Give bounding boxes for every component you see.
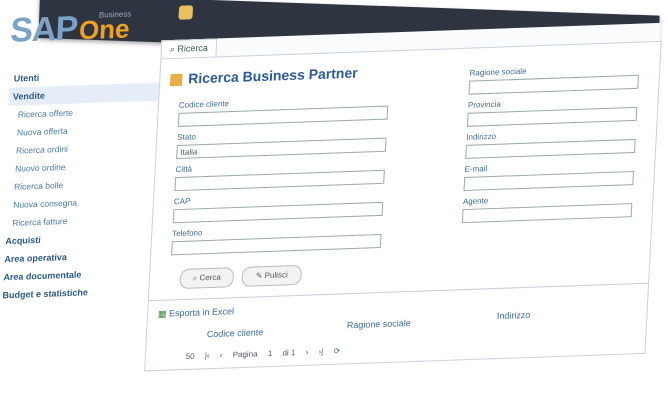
- label-indirizzo: Indirizzo: [466, 131, 497, 142]
- label-email: E-mail: [464, 164, 488, 174]
- page-title: Ricerca Business Partner: [169, 65, 358, 88]
- clear-button[interactable]: ✎ Pulisci: [241, 264, 303, 287]
- column-header[interactable]: Indirizzo: [497, 310, 531, 321]
- search-button[interactable]: ⌕ Cerca: [179, 267, 235, 290]
- logo-brand: SAP: [9, 9, 79, 50]
- results-grid: ▦ Esporta in Excel Codice cliente Ragion…: [145, 282, 649, 372]
- page-count: di 1: [282, 348, 296, 358]
- label-codice-cliente: Codice cliente: [178, 99, 230, 110]
- next-page-icon[interactable]: ›: [305, 348, 308, 357]
- last-page-icon[interactable]: ›|: [318, 347, 323, 356]
- email-field[interactable]: [463, 171, 635, 192]
- label-agente: Agente: [462, 196, 489, 207]
- citta-field[interactable]: [174, 169, 385, 192]
- pager: 50 |‹ ‹ Pagina 1 di 1 › ›| ⟳: [186, 346, 349, 361]
- label-citta: Città: [175, 164, 193, 175]
- export-excel-button[interactable]: ▦ Esporta in Excel: [157, 306, 234, 320]
- tab-ricerca[interactable]: ⌕ Ricerca: [160, 38, 218, 59]
- logo-tagline: Business: [98, 9, 132, 20]
- search-panel: Ricerca Business Partner Codice cliente …: [144, 40, 662, 372]
- first-page-icon[interactable]: |‹: [205, 351, 210, 360]
- label-provincia: Provincia: [467, 99, 502, 110]
- page-size-select[interactable]: 50: [186, 352, 195, 361]
- stato-select[interactable]: Italia: [176, 137, 387, 160]
- partner-icon: [169, 74, 183, 87]
- indirizzo-field[interactable]: [465, 138, 636, 159]
- page-number-input[interactable]: 1: [268, 349, 273, 358]
- label-ragione-sociale: Ragione sociale: [469, 66, 527, 78]
- toolbar-icon[interactable]: [178, 5, 194, 20]
- label-cap: CAP: [173, 196, 191, 207]
- column-header[interactable]: Codice cliente: [207, 327, 264, 339]
- ragione-sociale-field[interactable]: [468, 74, 640, 95]
- sap-business-one-logo: SAPOne Business: [9, 7, 132, 50]
- label-telefono: Telefono: [171, 228, 203, 239]
- cap-field[interactable]: [172, 201, 384, 224]
- prev-page-icon[interactable]: ‹: [220, 351, 223, 360]
- label-stato: Stato: [177, 132, 197, 142]
- refresh-icon[interactable]: ⟳: [333, 347, 340, 356]
- agente-field[interactable]: [461, 203, 633, 224]
- telefono-field[interactable]: [171, 233, 382, 256]
- column-header[interactable]: Ragione sociale: [347, 318, 411, 330]
- excel-icon: ▦: [157, 308, 170, 319]
- page-label: Pagina: [232, 349, 258, 360]
- provincia-field[interactable]: [466, 106, 638, 127]
- main-area: ⌕ Ricerca Ricerca Business Partner Codic…: [144, 22, 662, 372]
